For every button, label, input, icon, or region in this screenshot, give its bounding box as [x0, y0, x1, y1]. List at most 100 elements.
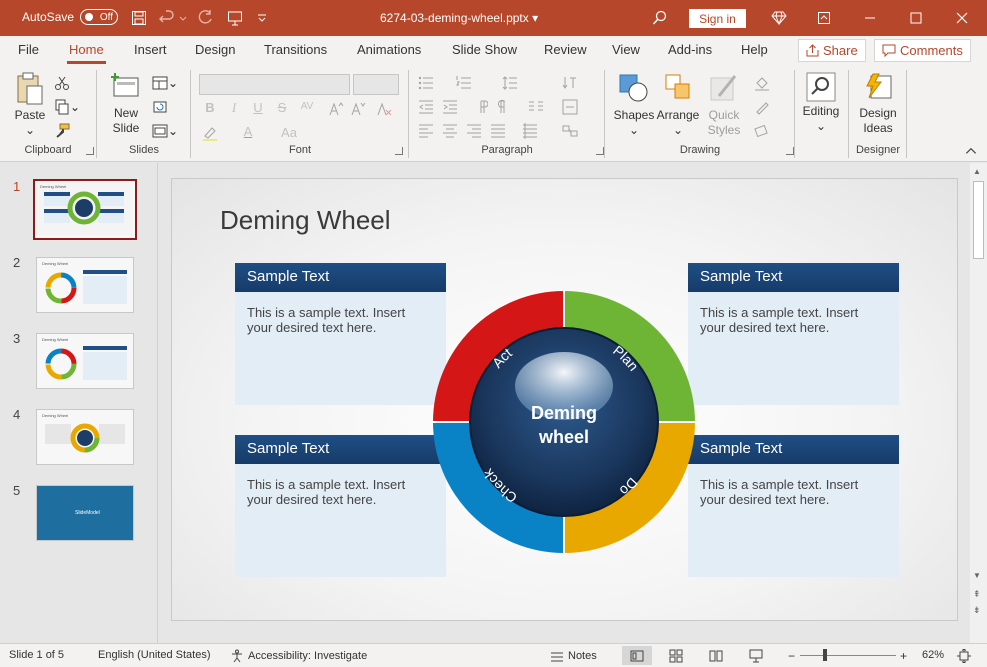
tab-view[interactable]: View [612, 42, 640, 57]
shape-effects-icon[interactable] [752, 122, 772, 140]
bold-button[interactable]: B [202, 100, 218, 115]
zoom-out-button[interactable]: − [788, 649, 795, 663]
tab-animations[interactable]: Animations [357, 42, 421, 57]
arrange-dropdown-icon[interactable]: ⌄ [673, 123, 683, 138]
tab-review[interactable]: Review [544, 42, 587, 57]
cut-icon[interactable] [52, 74, 72, 92]
minimize-icon[interactable] [858, 6, 882, 30]
redo-icon[interactable] [196, 9, 214, 27]
copy-dropdown-icon[interactable]: ⌄ [70, 98, 80, 116]
align-text-icon[interactable] [560, 98, 580, 116]
shapes-dropdown-icon[interactable]: ⌄ [629, 123, 639, 138]
tab-add-ins[interactable]: Add-ins [668, 42, 712, 57]
bullets-icon[interactable] [416, 74, 436, 92]
slide-thumbnail-2[interactable]: Deming Wheel [36, 257, 134, 313]
format-painter-icon[interactable] [52, 122, 72, 140]
layout-dropdown-icon[interactable]: ⌄ [168, 74, 178, 92]
tab-slide-show[interactable]: Slide Show [452, 42, 517, 57]
font-launcher-icon[interactable] [395, 147, 403, 155]
reset-icon[interactable] [150, 98, 170, 116]
slide-sorter-button[interactable] [669, 649, 683, 663]
editing-dropdown-icon[interactable]: ⌄ [816, 119, 826, 134]
close-icon[interactable] [950, 6, 974, 30]
slide-editing-area[interactable]: Deming Wheel Sample Text This is a sampl… [159, 163, 970, 643]
align-right-icon[interactable] [464, 122, 484, 140]
smartart-icon[interactable] [560, 122, 580, 140]
font-color-button[interactable]: A [240, 124, 256, 139]
change-case-button[interactable]: Aa [276, 125, 302, 140]
slide-thumbnail-1[interactable]: Deming Wheel [33, 179, 137, 240]
share-button[interactable]: Share [798, 39, 866, 62]
underline-button[interactable]: U [250, 100, 266, 115]
highlight-icon[interactable] [200, 124, 220, 142]
undo-icon[interactable] [158, 9, 176, 27]
text-card-bottom-left[interactable]: Sample Text This is a sample text. Inser… [235, 435, 446, 577]
shape-outline-icon[interactable] [752, 98, 772, 116]
line-spacing-icon[interactable] [500, 74, 520, 92]
slide-thumbnail-pane[interactable]: 1 Deming Wheel 2 Deming Wheel 3 Deming W… [0, 163, 158, 643]
zoom-level[interactable]: 62% [922, 649, 944, 661]
undo-dropdown-icon[interactable] [178, 9, 188, 27]
font-size-combo[interactable] [353, 74, 399, 95]
increase-font-icon[interactable] [326, 100, 346, 118]
columns-icon[interactable] [526, 98, 546, 116]
previous-slide-icon[interactable]: ⇞ [973, 589, 981, 600]
language-status[interactable]: English (United States) [98, 649, 211, 661]
decrease-font-icon[interactable] [348, 100, 368, 118]
arrange-button[interactable]: Arrange ⌄ [654, 72, 702, 138]
tab-transitions[interactable]: Transitions [264, 42, 327, 57]
paragraph-launcher-icon[interactable] [596, 147, 604, 155]
quick-styles-button[interactable]: Quick Styles [702, 72, 746, 138]
character-spacing-button[interactable]: AV [296, 101, 318, 112]
save-icon[interactable] [130, 9, 148, 27]
zoom-in-button[interactable]: + [900, 649, 907, 663]
ribbon-display-icon[interactable] [812, 6, 836, 30]
font-family-combo[interactable] [199, 74, 350, 95]
shapes-button[interactable]: Shapes ⌄ [612, 72, 656, 138]
section-dropdown-icon[interactable]: ⌄ [168, 122, 178, 140]
tab-insert[interactable]: Insert [134, 42, 167, 57]
zoom-slider-thumb[interactable] [823, 649, 827, 661]
align-center-icon[interactable] [440, 122, 460, 140]
customize-qat-icon[interactable] [256, 9, 268, 27]
clear-formatting-icon[interactable] [374, 100, 394, 118]
premium-diamond-icon[interactable] [770, 9, 788, 27]
sign-in-button[interactable]: Sign in [689, 9, 746, 28]
presentation-icon[interactable] [226, 9, 244, 27]
text-card-top-left[interactable]: Sample Text This is a sample text. Inser… [235, 263, 446, 405]
normal-view-button[interactable] [622, 646, 652, 665]
text-card-bottom-right[interactable]: Sample Text This is a sample text. Inser… [688, 435, 899, 577]
slide-show-button[interactable] [749, 649, 763, 663]
vertical-scrollbar[interactable]: ▲ ▼ ⇞ ⇟ [970, 163, 987, 643]
collapse-ribbon-icon[interactable] [964, 144, 978, 158]
rtl-icon[interactable] [470, 98, 490, 116]
distributed-icon[interactable] [520, 122, 540, 140]
tab-help[interactable]: Help [741, 42, 768, 57]
reading-view-button[interactable] [709, 649, 723, 663]
slide-thumbnail-4[interactable]: Deming Wheel [36, 409, 134, 465]
increase-indent-icon[interactable] [440, 98, 460, 116]
slide-thumbnail-5[interactable]: SlideModel [36, 485, 134, 541]
tab-file[interactable]: File [18, 42, 39, 57]
new-slide-button[interactable]: New Slide [106, 72, 146, 136]
next-slide-icon[interactable]: ⇟ [973, 605, 981, 616]
scrollbar-thumb[interactable] [973, 181, 984, 259]
ltr-icon[interactable] [494, 98, 514, 116]
clipboard-launcher-icon[interactable] [86, 147, 94, 155]
slide-thumbnail-3[interactable]: Deming Wheel [36, 333, 134, 389]
drawing-launcher-icon[interactable] [786, 147, 794, 155]
italic-button[interactable]: I [226, 100, 242, 116]
notes-button[interactable]: Notes [550, 649, 597, 663]
align-left-icon[interactable] [416, 122, 436, 140]
slide-title[interactable]: Deming Wheel [220, 205, 391, 236]
scroll-up-icon[interactable]: ▲ [973, 167, 981, 176]
design-ideas-button[interactable]: Design Ideas [856, 72, 900, 136]
editing-button[interactable]: Editing ⌄ [800, 72, 842, 134]
justify-icon[interactable] [488, 122, 508, 140]
deming-wheel[interactable]: Deming wheel Plan Do Check Act [433, 291, 695, 553]
tab-home[interactable]: Home [67, 42, 106, 64]
accessibility-status[interactable]: Accessibility: Investigate [230, 649, 367, 663]
slide-canvas[interactable]: Deming Wheel Sample Text This is a sampl… [171, 178, 958, 621]
title-dropdown-icon[interactable]: ▾ [532, 11, 538, 25]
text-card-top-right[interactable]: Sample Text This is a sample text. Inser… [688, 263, 899, 405]
